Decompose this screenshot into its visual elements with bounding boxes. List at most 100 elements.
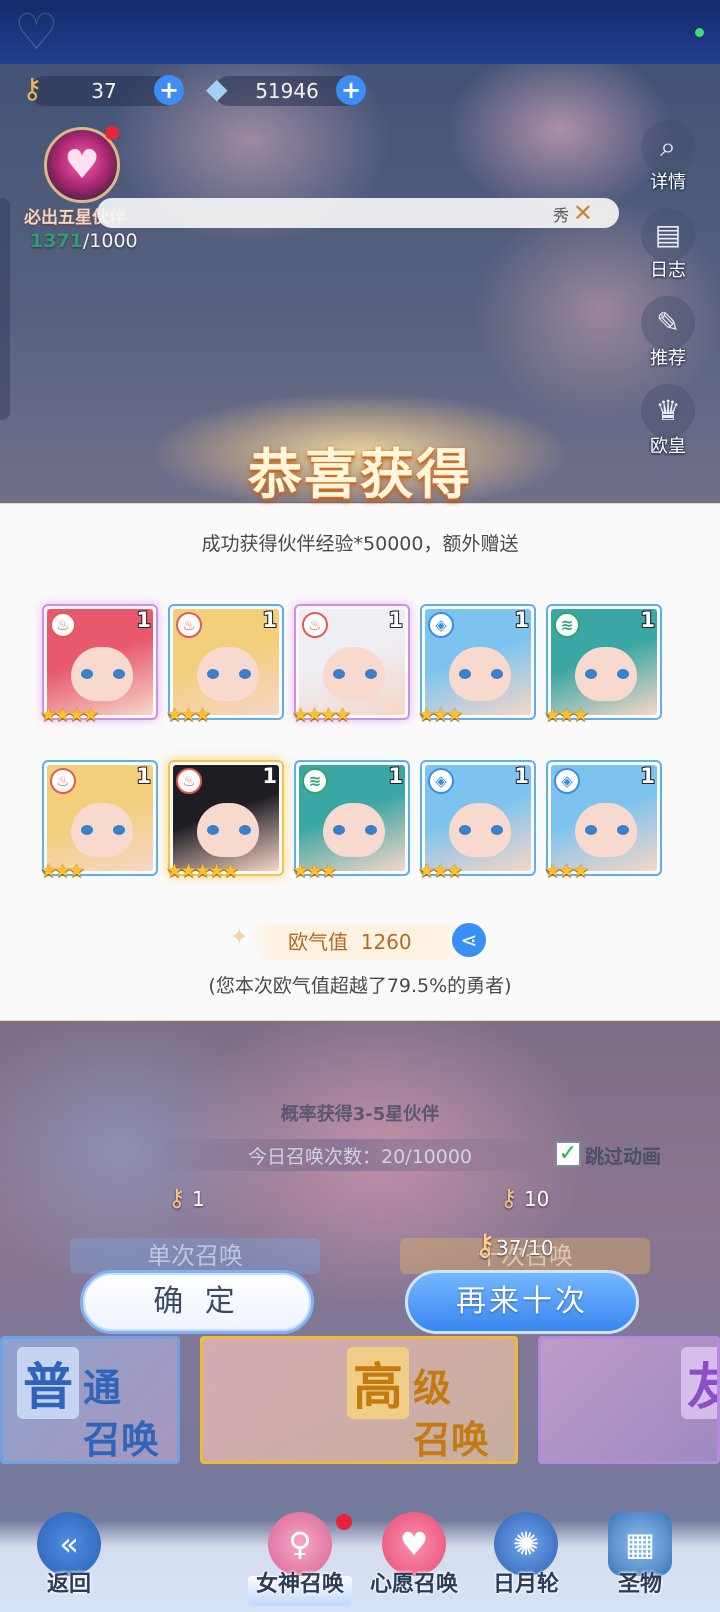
fire-element-icon: ♨ — [176, 768, 202, 794]
pity-current: 1371 — [30, 230, 83, 252]
announcement-bar: 秀 ✕ — [97, 198, 619, 228]
key-icon: ⚷ — [474, 1228, 496, 1263]
side-button-label: 日志 — [650, 260, 686, 281]
nav-label: 心愿召唤 — [369, 1572, 458, 1597]
card-level: 1 — [136, 608, 151, 632]
reward-card[interactable]: ≋ 1 ★★★ — [544, 604, 662, 726]
summon-ten-again-button[interactable]: 再来十次 — [405, 1270, 639, 1334]
reward-card[interactable]: ♨ 1 ★★★★ — [40, 604, 158, 726]
card-level: 1 — [136, 764, 151, 788]
fire-element-icon: ♨ — [176, 612, 202, 638]
notification-dot — [105, 126, 119, 140]
side-button-details[interactable]: ⌕ 详情 — [632, 120, 704, 194]
pool-subtitle: 召唤 — [413, 1418, 490, 1462]
reward-card[interactable]: ◈ 1 ★★★ — [418, 760, 536, 882]
reward-card[interactable]: ♨ 1 ★★★★★ — [166, 760, 284, 882]
single-cost-value: 1 — [191, 1187, 205, 1211]
star-rating: ★★★ — [292, 860, 337, 882]
pool-title-big: 普 — [17, 1347, 79, 1419]
water-element-icon: ◈ — [428, 768, 454, 794]
character-eye — [333, 825, 345, 835]
card-level: 1 — [262, 608, 277, 632]
reward-card[interactable]: ≋ 1 ★★★ — [292, 760, 410, 882]
key-icon: ⚷ — [500, 1184, 518, 1212]
luck-value: 1260 — [360, 930, 412, 954]
key-count: 37 — [91, 79, 117, 103]
fire-element-icon: ♨ — [50, 612, 76, 638]
feather-icon: ✎ — [641, 296, 695, 350]
luck-note: (您本次欧气值超越了79.5%的勇者) — [208, 975, 512, 997]
diamond-resource: ◆ 51946 + — [206, 72, 366, 106]
side-button-label: 详情 — [650, 172, 686, 193]
star-rating: ★★★ — [544, 704, 589, 726]
result-message: 成功获得伙伴经验*50000，额外赠送 — [201, 533, 519, 555]
nav-relics[interactable]: ▦ 圣物 — [590, 1512, 690, 1598]
star-rating: ★★★★ — [40, 704, 99, 726]
pool-title: 通 — [83, 1366, 122, 1410]
side-button-recommend[interactable]: ✎ 推荐 — [632, 296, 704, 370]
character-eye — [365, 669, 377, 679]
reward-card[interactable]: ◈ 1 ★★★ — [544, 760, 662, 882]
pity-total: /1000 — [82, 230, 138, 252]
share-icon[interactable]: ⋖ — [452, 923, 486, 957]
pool-title-big: 高 — [347, 1347, 409, 1419]
nav-wish-summon[interactable]: ♥ 心愿召唤 — [358, 1512, 470, 1598]
nav-label: 返回 — [46, 1572, 91, 1597]
reward-card[interactable]: ◈ 1 ★★★ — [418, 604, 536, 726]
nav-label: 日月轮 — [492, 1572, 559, 1597]
confirm-button[interactable]: 确 定 — [80, 1270, 314, 1334]
pool-normal-summon[interactable]: 普 通 召唤 — [0, 1336, 180, 1464]
nav-goddess-summon[interactable]: ♀ 女神召唤 — [244, 1512, 356, 1598]
skip-animation-checkbox[interactable]: ✓ — [555, 1141, 581, 1167]
diamond-count: 51946 — [255, 79, 319, 103]
side-button-log[interactable]: ▤ 日志 — [632, 208, 704, 282]
ten-cost-value: 10 — [523, 1187, 550, 1211]
add-diamonds-button[interactable]: + — [336, 75, 366, 105]
luck-label-text: 欧气值 — [288, 930, 348, 954]
star-rating: ★★★ — [418, 704, 463, 726]
close-icon[interactable]: ✕ — [573, 198, 593, 228]
nav-sun-moon-wheel[interactable]: ✺ 日月轮 — [476, 1512, 576, 1598]
key-icon: ⚷ — [168, 1184, 186, 1212]
skip-animation-label: 跳过动画 — [585, 1146, 662, 1168]
pity-progress: 1371/1000 — [30, 230, 138, 252]
pool-subtitle: 召唤 — [83, 1418, 160, 1462]
luck-pill: 欧气值 1260 — [248, 924, 470, 960]
ten-cost: ⚷ 10 — [500, 1184, 549, 1212]
key-resource: ⚷ 37 + — [22, 72, 184, 106]
left-drawer-handle[interactable] — [0, 198, 10, 420]
star-rating: ★★★ — [166, 704, 211, 726]
reward-card[interactable]: ♨ 1 ★★★★ — [292, 604, 410, 726]
add-keys-button[interactable]: + — [154, 75, 184, 105]
character-eye — [585, 825, 597, 835]
character-eye — [81, 825, 93, 835]
character-eye — [491, 825, 503, 835]
search-icon: ⌕ — [641, 120, 695, 174]
fire-element-icon: ♨ — [50, 768, 76, 794]
nav-label: 女神召唤 — [255, 1572, 344, 1597]
star-rating: ★★★ — [40, 860, 85, 882]
pool-title: 级 — [413, 1366, 452, 1410]
character-eye — [207, 825, 219, 835]
character-eye — [459, 669, 471, 679]
fire-element-icon: ♨ — [302, 612, 328, 638]
card-level: 1 — [640, 764, 655, 788]
pool-advanced-summon[interactable]: 高 级 召唤 — [200, 1336, 518, 1464]
diamond-icon: ◆ — [206, 72, 228, 105]
reward-card[interactable]: ♨ 1 ★★★ — [166, 604, 284, 726]
sparkle-icon: ✦ — [230, 925, 249, 950]
result-title: 恭喜获得 — [248, 442, 472, 506]
pool-friend-summon[interactable]: 友 — [538, 1336, 720, 1464]
wind-element-icon: ≋ — [554, 612, 580, 638]
nav-back[interactable]: « 返回 — [14, 1512, 124, 1598]
card-level: 1 — [262, 764, 277, 788]
star-rating: ★★★ — [418, 860, 463, 882]
ten-available-value: 37/10 — [495, 1236, 554, 1260]
luck-label: 欧气值 1260 — [288, 924, 412, 960]
single-cost: ⚷ 1 — [168, 1184, 205, 1212]
reward-card[interactable]: ♨ 1 ★★★ — [40, 760, 158, 882]
card-level: 1 — [388, 608, 403, 632]
ten-available: ⚷37/10 — [474, 1228, 554, 1263]
status-indicator-dot — [695, 28, 704, 37]
card-level: 1 — [514, 764, 529, 788]
